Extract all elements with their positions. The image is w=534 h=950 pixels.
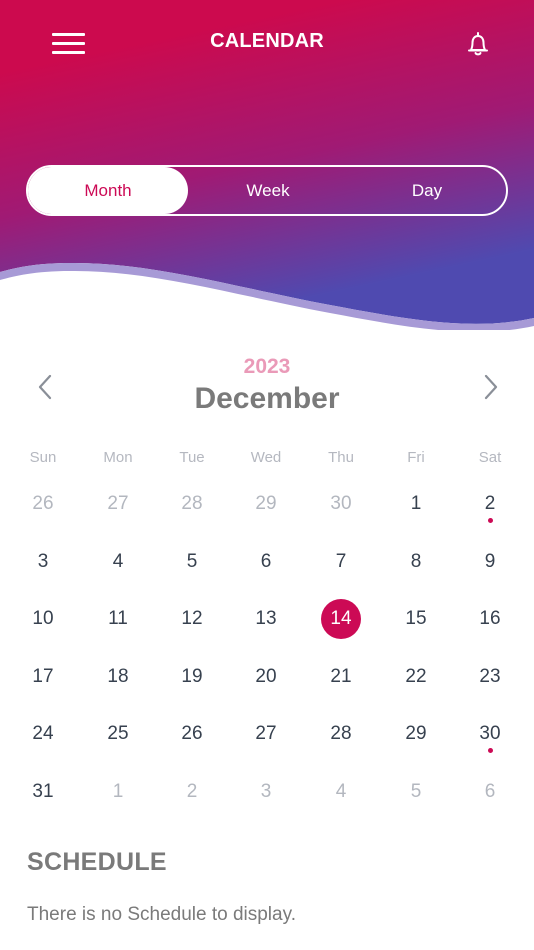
weekday-label: Mon — [103, 449, 133, 466]
calendar-day[interactable]: 1 — [96, 770, 140, 814]
event-indicator-dot — [487, 518, 493, 523]
calendar-day[interactable]: 21 — [319, 655, 363, 699]
calendar-day[interactable]: 17 — [21, 655, 65, 699]
calendar-day-selected[interactable]: 14 — [321, 599, 361, 639]
event-indicator-dot — [487, 748, 493, 753]
calendar-day[interactable]: 13 — [244, 597, 288, 641]
calendar-day[interactable]: 4 — [319, 770, 363, 814]
calendar-day[interactable]: 9 — [468, 540, 512, 584]
calendar-day[interactable]: 22 — [394, 655, 438, 699]
app-header: CALENDAR Month Week Day — [0, 0, 534, 330]
calendar-day[interactable]: 24 — [21, 712, 65, 756]
calendar-day[interactable]: 6 — [468, 770, 512, 814]
tab-month[interactable]: Month — [28, 167, 188, 214]
calendar-day[interactable]: 2 — [170, 770, 214, 814]
calendar-day[interactable]: 20 — [244, 655, 288, 699]
tab-day[interactable]: Day — [348, 167, 506, 214]
calendar-day[interactable]: 28 — [319, 712, 363, 756]
calendar-day[interactable]: 15 — [394, 597, 438, 641]
calendar-day[interactable]: 26 — [170, 712, 214, 756]
calendar-day[interactable]: 28 — [170, 482, 214, 526]
view-toggle: Month Week Day — [26, 165, 508, 216]
month-label: December — [194, 382, 340, 415]
year-label: 2023 — [243, 355, 291, 378]
weekday-label: Tue — [179, 449, 205, 466]
weekday-label: Thu — [328, 449, 354, 466]
calendar-day[interactable]: 29 — [394, 712, 438, 756]
calendar-day[interactable]: 3 — [21, 540, 65, 584]
calendar-day[interactable]: 30 — [319, 482, 363, 526]
calendar-day[interactable]: 1 — [394, 482, 438, 526]
calendar-day[interactable]: 3 — [244, 770, 288, 814]
calendar-day[interactable]: 8 — [394, 540, 438, 584]
calendar-day[interactable]: 6 — [244, 540, 288, 584]
weekday-label: Wed — [250, 449, 282, 466]
calendar-day[interactable]: 26 — [21, 482, 65, 526]
schedule-empty-message: There is no Schedule to display. — [27, 904, 296, 925]
calendar-day[interactable]: 31 — [21, 770, 65, 814]
weekday-label: Sun — [29, 449, 57, 466]
calendar-day[interactable]: 16 — [468, 597, 512, 641]
calendar-day[interactable]: 4 — [96, 540, 140, 584]
calendar-day[interactable]: 27 — [244, 712, 288, 756]
calendar-day[interactable]: 5 — [170, 540, 214, 584]
calendar-day[interactable]: 11 — [96, 597, 140, 641]
calendar-day[interactable]: 29 — [244, 482, 288, 526]
calendar-day[interactable]: 5 — [394, 770, 438, 814]
tab-week[interactable]: Week — [188, 167, 348, 214]
bell-icon — [468, 32, 488, 56]
notifications-button[interactable] — [462, 28, 494, 60]
schedule-title: SCHEDULE — [27, 848, 167, 876]
calendar-day[interactable]: 18 — [96, 655, 140, 699]
calendar-day[interactable]: 7 — [319, 540, 363, 584]
calendar-day[interactable]: 25 — [96, 712, 140, 756]
calendar-day[interactable]: 23 — [468, 655, 512, 699]
calendar-day[interactable]: 19 — [170, 655, 214, 699]
weekday-label: Sat — [478, 449, 502, 466]
page-title: CALENDAR — [210, 30, 324, 52]
calendar-day[interactable]: 12 — [170, 597, 214, 641]
calendar-day[interactable]: 27 — [96, 482, 140, 526]
calendar-day[interactable]: 10 — [21, 597, 65, 641]
weekday-label: Fri — [407, 449, 425, 466]
